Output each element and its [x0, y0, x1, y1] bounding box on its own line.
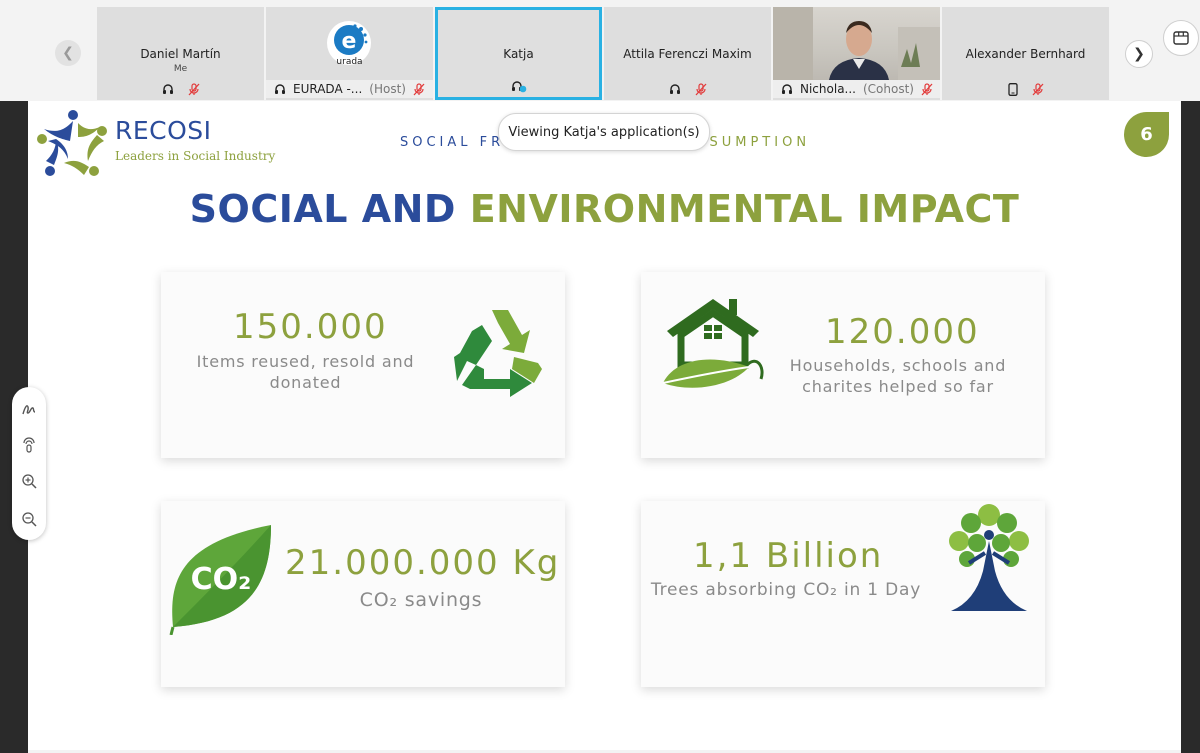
impact-card-items: 150.000 Items reused, resold and donated — [161, 272, 565, 458]
impact-description-line: charites helped so far — [802, 377, 994, 396]
participant-name: Nichola... — [800, 82, 856, 96]
svg-text:e: e — [342, 29, 357, 54]
participant-role: (Host) — [369, 82, 406, 96]
annotate-button[interactable] — [19, 399, 39, 419]
participant-tile-eurada[interactable]: e urada EURADA -... (Host) — [266, 7, 433, 100]
brand-tagline: Leaders in Social Industry — [115, 149, 276, 163]
participant-name: Daniel Martín — [140, 47, 221, 61]
phone-icon — [1007, 82, 1018, 96]
impact-description-line: Items reused, resold and — [196, 352, 415, 371]
impact-description: Households, schools and charites helped … — [789, 355, 1007, 397]
headset-sharing-icon — [511, 80, 526, 92]
brand-name: RECOSI — [115, 116, 212, 145]
impact-value: 1,1 Billion — [693, 536, 884, 576]
slide-title-part1: SOCIAL AND — [189, 187, 456, 231]
impact-value: 150.000 — [233, 307, 388, 347]
zoom-in-icon — [22, 474, 37, 489]
participant-name: Katja — [503, 47, 534, 61]
mic-muted-icon — [921, 82, 933, 95]
slide-title: SOCIAL AND ENVIRONMENTAL IMPACT — [28, 187, 1181, 231]
headset-icon — [669, 84, 680, 94]
pointer-icon — [23, 437, 35, 453]
chevron-right-icon: ❯ — [1133, 46, 1145, 62]
layout-button[interactable] — [1163, 20, 1199, 56]
chevron-left-icon: ❮ — [62, 45, 74, 61]
participant-tile-nicholas[interactable]: Nichola... (Cohost) — [773, 7, 940, 100]
prev-participants-button[interactable]: ❮ — [55, 40, 81, 66]
participant-strip: ❮ Daniel Martín Me e urada EURADA -... (… — [0, 0, 1200, 101]
pointer-button[interactable] — [19, 435, 39, 455]
participant-tile-alexander[interactable]: Alexander Bernhard — [942, 7, 1109, 100]
eco-house-icon — [662, 299, 764, 388]
participant-video — [773, 7, 940, 80]
shared-slide: RECOSI Leaders in Social Industry SOCIAL… — [28, 101, 1181, 750]
impact-description-line: donated — [269, 373, 342, 392]
participant-tile-daniel[interactable]: Daniel Martín Me — [97, 7, 264, 100]
annotate-pen-icon — [22, 405, 36, 415]
leaf-label: CO₂ — [191, 562, 252, 597]
mic-muted-icon — [695, 82, 706, 95]
impact-description: Trees absorbing CO₂ in 1 Day — [650, 580, 922, 600]
participant-me-label: Me — [173, 64, 188, 74]
grid-layout-icon — [1173, 31, 1189, 45]
impact-value: 21.000.000 Kg — [285, 543, 561, 583]
mic-muted-icon — [413, 82, 425, 95]
impact-description: CO₂ savings — [359, 589, 483, 611]
participant-name: Attila Ferenczi Maxim — [623, 47, 752, 61]
participant-name: EURADA -... — [293, 82, 363, 96]
zoom-out-icon — [22, 512, 37, 527]
headset-icon — [275, 84, 285, 94]
viewing-notification: Viewing Katja's application(s) — [498, 113, 710, 151]
annotation-toolbar — [12, 387, 46, 540]
headset-icon — [782, 84, 792, 94]
mic-muted-icon — [188, 82, 199, 95]
share-frame-right — [1181, 101, 1200, 753]
impact-description: Items reused, resold and donated — [183, 351, 428, 393]
impact-card-trees: 1,1 Billion Trees absorbing CO₂ in 1 Day — [641, 501, 1045, 687]
slide-title-part2: ENVIRONMENTAL IMPACT — [469, 187, 1020, 231]
impact-card-households: 120.000 Households, schools and charites… — [641, 272, 1045, 458]
eurada-logo-text: urada — [336, 57, 363, 67]
participant-tile-katja[interactable]: Katja — [435, 7, 602, 100]
recosi-logo-icon — [37, 110, 107, 176]
impact-value: 120.000 — [825, 312, 980, 352]
impact-description-line: Households, schools and — [789, 356, 1007, 375]
co2-leaf-icon: CO₂ — [169, 525, 271, 635]
zoom-in-button[interactable] — [19, 471, 39, 491]
page-number-badge: 6 — [1124, 112, 1169, 157]
recycle-icon — [454, 310, 542, 397]
mic-muted-icon — [1032, 82, 1043, 95]
participant-name: Alexander Bernhard — [965, 47, 1086, 61]
participant-role: (Cohost) — [863, 82, 914, 96]
zoom-out-button[interactable] — [19, 509, 39, 529]
next-participants-button[interactable]: ❯ — [1125, 40, 1153, 68]
participant-tile-attila[interactable]: Attila Ferenczi Maxim — [604, 7, 771, 100]
tree-people-icon — [949, 504, 1029, 611]
impact-card-co2: CO₂ 21.000.000 Kg CO₂ savings — [161, 501, 565, 687]
headset-icon — [162, 84, 173, 94]
